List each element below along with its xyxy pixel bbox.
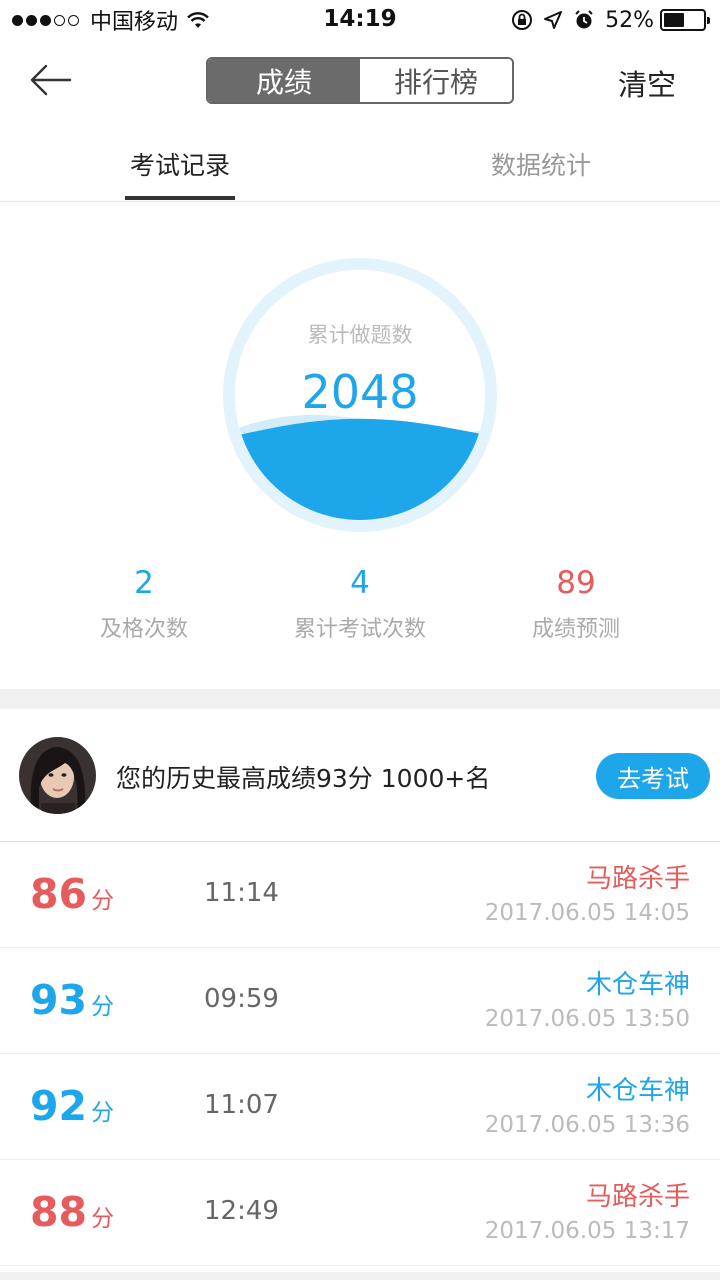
score-unit: 分	[91, 1206, 115, 1232]
record-date: 2017.06.05 13:36	[484, 1112, 690, 1138]
sub-tabs: 考试记录 数据统计	[0, 120, 720, 202]
record-duration: 12:49	[204, 1196, 279, 1226]
rotation-lock-icon	[512, 10, 533, 30]
segment-scores[interactable]: 成绩	[208, 59, 360, 102]
stat-score-prediction: 89 成绩预测	[486, 561, 666, 643]
record-duration: 11:14	[204, 878, 279, 908]
record-score: 92 分	[30, 1082, 114, 1137]
score-unit: 分	[91, 994, 115, 1020]
stat-value: 4	[350, 565, 370, 601]
score-value: 88	[30, 1188, 88, 1236]
list-item[interactable]: 86 分 11:14 马路杀手 2017.06.05 14:05	[0, 842, 720, 948]
record-date: 2017.06.05 13:17	[484, 1218, 690, 1244]
back-button[interactable]	[28, 60, 78, 100]
alarm-icon	[575, 10, 593, 29]
status-right: 52%	[501, 6, 710, 34]
record-score: 86 分	[30, 870, 114, 925]
stat-exam-count: 4 累计考试次数	[270, 561, 450, 643]
record-title: 马路杀手	[585, 1182, 690, 1212]
tab-exam-records[interactable]: 考试记录	[125, 146, 235, 182]
score-unit: 分	[91, 888, 115, 914]
go-exam-button[interactable]: 去考试	[596, 753, 710, 799]
stats-panel: 累计做题数 2048 2 及格次数 4 累计考试次数 89 成绩预测	[0, 203, 720, 689]
score-value: 93	[30, 976, 88, 1024]
stat-label: 累计考试次数	[293, 617, 426, 642]
list-item[interactable]: 92 分 11:07 木仓车神 2017.06.05 13:36	[0, 1054, 720, 1160]
stat-value: 2	[134, 565, 154, 601]
record-date: 2017.06.05 13:50	[484, 1006, 690, 1032]
score-value: 92	[30, 1082, 88, 1130]
stat-pass-count: 2 及格次数	[54, 561, 234, 643]
segment-ranking[interactable]: 排行榜	[360, 59, 512, 102]
record-duration: 11:07	[204, 1090, 279, 1120]
best-score-row: 您的历史最高成绩93分 1000+名 去考试	[0, 709, 720, 842]
stat-label: 成绩预测	[531, 617, 620, 642]
stat-label: 及格次数	[99, 617, 188, 642]
list-item[interactable]: 93 分 09:59 木仓车神 2017.06.05 13:50	[0, 948, 720, 1054]
back-arrow-icon	[30, 64, 72, 96]
location-icon	[544, 11, 563, 29]
list-item[interactable]: 88 分 12:49 马路杀手 2017.06.05 13:17	[0, 1160, 720, 1266]
battery-percent: 52%	[605, 7, 654, 33]
total-questions-label: 累计做题数	[307, 323, 413, 347]
total-questions-value: 2048	[301, 365, 419, 419]
record-title: 马路杀手	[585, 864, 690, 894]
record-score: 88 分	[30, 1188, 114, 1243]
score-unit: 分	[91, 1100, 115, 1126]
best-score-text: 您的历史最高成绩93分 1000+名	[116, 764, 491, 793]
active-tab-indicator	[125, 196, 235, 200]
nav-bar: 成绩 排行榜 清空	[0, 40, 720, 120]
record-title: 木仓车神	[585, 970, 690, 1000]
tab-data-statistics[interactable]: 数据统计	[486, 146, 596, 182]
record-duration: 09:59	[204, 984, 279, 1014]
segmented-control: 成绩 排行榜	[206, 57, 514, 104]
stat-value: 89	[556, 565, 596, 601]
record-score: 93 分	[30, 976, 114, 1031]
section-divider	[0, 689, 720, 709]
record-title: 木仓车神	[585, 1076, 690, 1106]
bottom-divider	[0, 1272, 720, 1280]
clear-button[interactable]: 清空	[618, 62, 676, 104]
score-value: 86	[30, 870, 88, 918]
exam-record-list: 86 分 11:14 马路杀手 2017.06.05 14:05 93 分 09:5…	[0, 842, 720, 1266]
record-date: 2017.06.05 14:05	[484, 900, 690, 926]
avatar[interactable]	[19, 737, 96, 814]
status-bar: 中国移动 14:19 52%	[0, 0, 720, 40]
battery-icon	[660, 9, 710, 31]
